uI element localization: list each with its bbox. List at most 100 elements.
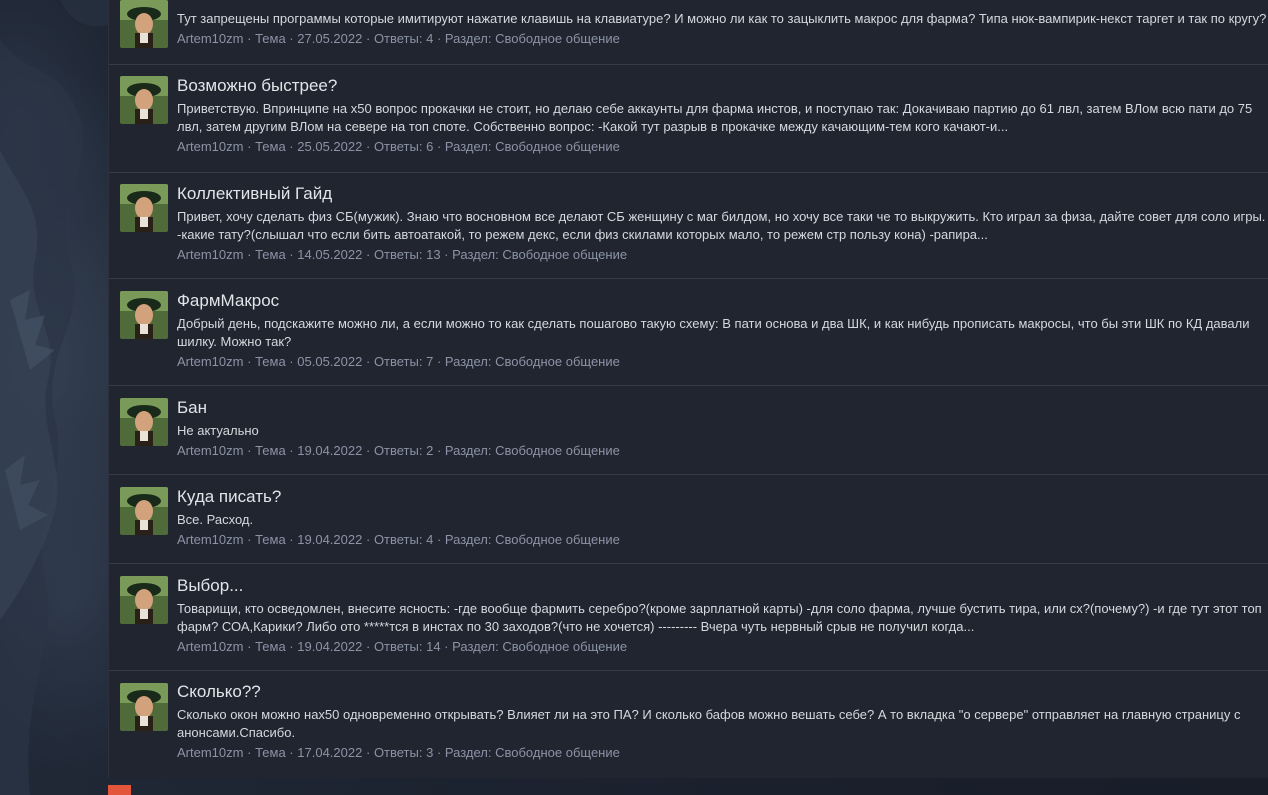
result-title[interactable]: Коллективный Гайд bbox=[177, 184, 1267, 204]
pagination-indicator[interactable] bbox=[108, 785, 131, 795]
separator: · bbox=[444, 247, 449, 262]
result-replies: Ответы: 6 bbox=[373, 139, 434, 154]
author-link[interactable]: Artem10zm bbox=[177, 532, 243, 547]
result-section[interactable]: Раздел: Свободное общение bbox=[445, 31, 620, 46]
separator: · bbox=[289, 354, 294, 369]
separator: · bbox=[436, 139, 442, 154]
avatar-image bbox=[120, 291, 168, 339]
result-snippet: Тут запрещены программы которые имитирую… bbox=[177, 11, 1267, 26]
result-title[interactable]: Сколько?? bbox=[177, 682, 1267, 702]
separator: · bbox=[436, 443, 442, 458]
separator: · bbox=[247, 443, 252, 458]
result-title[interactable]: Куда писать? bbox=[177, 487, 1267, 507]
result-title[interactable]: Возможно быстрее? bbox=[177, 76, 1267, 96]
result-date: 05.05.2022 bbox=[297, 354, 363, 369]
avatar-image bbox=[120, 398, 168, 446]
result-meta: Artem10zm · Тема · 19.04.2022 · Ответы: … bbox=[177, 443, 1267, 459]
result-title[interactable]: Бан bbox=[177, 398, 1267, 418]
result-section[interactable]: Раздел: Свободное общение bbox=[445, 139, 620, 154]
separator: · bbox=[289, 139, 294, 154]
author-link[interactable]: Artem10zm bbox=[177, 745, 243, 760]
result-item[interactable]: Бан Не актуально Artem10zm · Тема · 19.0… bbox=[109, 386, 1268, 475]
separator: · bbox=[365, 532, 371, 547]
result-title[interactable] bbox=[177, 0, 1267, 6]
result-meta: Artem10zm · Тема · 25.05.2022 · Ответы: … bbox=[177, 139, 1267, 155]
result-title[interactable]: Выбор... bbox=[177, 576, 1267, 596]
author-link[interactable]: Artem10zm bbox=[177, 31, 243, 46]
avatar[interactable] bbox=[120, 0, 168, 48]
result-item[interactable]: ФармМакрос Добрый день, подскажите можно… bbox=[109, 279, 1268, 386]
avatar[interactable] bbox=[120, 291, 168, 339]
avatar[interactable] bbox=[120, 76, 168, 124]
result-type: Тема bbox=[255, 354, 286, 369]
avatar[interactable] bbox=[120, 398, 168, 446]
separator: · bbox=[436, 354, 442, 369]
result-snippet: Все. Расход. bbox=[177, 512, 254, 527]
result-type: Тема bbox=[255, 139, 286, 154]
result-meta: Artem10zm · Тема · 14.05.2022 · Ответы: … bbox=[177, 247, 1267, 263]
avatar[interactable] bbox=[120, 576, 168, 624]
result-snippet: Привет, хочу сделать физ СБ(мужик). Знаю… bbox=[177, 209, 1266, 242]
result-replies: Ответы: 3 bbox=[373, 745, 434, 760]
result-item[interactable]: Тут запрещены программы которые имитирую… bbox=[109, 0, 1268, 65]
result-type: Тема bbox=[255, 31, 286, 46]
avatar[interactable] bbox=[120, 184, 168, 232]
result-meta: Artem10zm · Тема · 05.05.2022 · Ответы: … bbox=[177, 354, 1267, 370]
avatar-image bbox=[120, 576, 168, 624]
result-item[interactable]: Куда писать? Все. Расход. Artem10zm · Те… bbox=[109, 475, 1268, 564]
separator: · bbox=[436, 745, 442, 760]
result-section[interactable]: Раздел: Свободное общение bbox=[445, 745, 620, 760]
result-item[interactable]: Возможно быстрее? Приветствую. Впринципе… bbox=[109, 65, 1268, 173]
result-replies: Ответы: 2 bbox=[373, 443, 434, 458]
avatar-image bbox=[120, 487, 168, 535]
avatar[interactable] bbox=[120, 487, 168, 535]
result-type: Тема bbox=[255, 443, 286, 458]
result-section[interactable]: Раздел: Свободное общение bbox=[452, 247, 627, 262]
author-link[interactable]: Artem10zm bbox=[177, 443, 243, 458]
result-item[interactable]: Выбор... Товарищи, кто осведомлен, внеси… bbox=[109, 564, 1268, 671]
author-link[interactable]: Artem10zm bbox=[177, 354, 243, 369]
result-section[interactable]: Раздел: Свободное общение bbox=[452, 639, 627, 654]
avatar-image bbox=[120, 184, 168, 232]
result-meta: Artem10zm · Тема · 19.04.2022 · Ответы: … bbox=[177, 532, 1267, 548]
author-link[interactable]: Artem10zm bbox=[177, 639, 243, 654]
separator: · bbox=[436, 31, 442, 46]
result-date: 25.05.2022 bbox=[297, 139, 363, 154]
avatar[interactable] bbox=[120, 683, 168, 731]
result-date: 19.04.2022 bbox=[297, 532, 363, 547]
separator: · bbox=[289, 745, 294, 760]
result-date: 14.05.2022 bbox=[297, 247, 363, 262]
result-replies: Ответы: 4 bbox=[373, 31, 434, 46]
result-snippet: Добрый день, подскажите можно ли, а если… bbox=[177, 316, 1250, 349]
author-link[interactable]: Artem10zm bbox=[177, 139, 243, 154]
author-link[interactable]: Artem10zm bbox=[177, 247, 243, 262]
separator: · bbox=[289, 639, 294, 654]
result-item[interactable]: Коллективный Гайд Привет, хочу сделать ф… bbox=[109, 173, 1268, 279]
result-replies: Ответы: 7 bbox=[373, 354, 434, 369]
result-title[interactable]: ФармМакрос bbox=[177, 291, 1267, 311]
result-section[interactable]: Раздел: Свободное общение bbox=[445, 443, 620, 458]
result-meta: Artem10zm · Тема · 19.04.2022 · Ответы: … bbox=[177, 639, 1267, 655]
separator: · bbox=[365, 139, 371, 154]
result-item[interactable]: Сколько?? Сколько окон можно нах50 однов… bbox=[109, 671, 1268, 777]
separator: · bbox=[289, 247, 294, 262]
result-date: 19.04.2022 bbox=[297, 639, 363, 654]
separator: · bbox=[289, 532, 294, 547]
separator: · bbox=[365, 354, 371, 369]
separator: · bbox=[247, 639, 252, 654]
result-section[interactable]: Раздел: Свободное общение bbox=[445, 532, 620, 547]
result-type: Тема bbox=[255, 532, 286, 547]
result-snippet: Приветствую. Впринципе на х50 вопрос про… bbox=[177, 101, 1253, 134]
result-type: Тема bbox=[255, 745, 286, 760]
result-snippet: Не актуально bbox=[177, 423, 259, 438]
separator: · bbox=[365, 247, 371, 262]
result-snippet: Сколько окон можно нах50 одновременно от… bbox=[177, 707, 1241, 740]
result-section[interactable]: Раздел: Свободное общение bbox=[445, 354, 620, 369]
separator: · bbox=[365, 639, 371, 654]
result-date: 19.04.2022 bbox=[297, 443, 363, 458]
result-type: Тема bbox=[255, 247, 286, 262]
separator: · bbox=[436, 532, 442, 547]
search-results-list: Тут запрещены программы которые имитирую… bbox=[108, 0, 1268, 778]
avatar-image bbox=[120, 0, 168, 48]
separator: · bbox=[247, 354, 252, 369]
